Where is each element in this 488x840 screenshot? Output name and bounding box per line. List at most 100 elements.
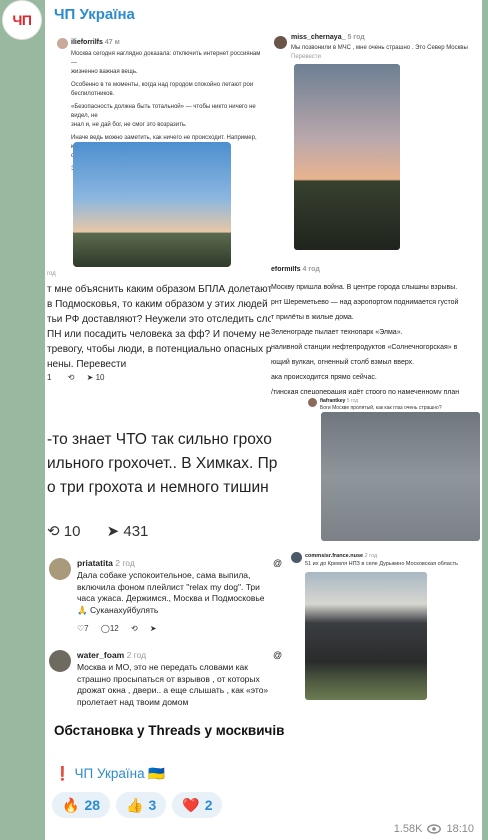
post-user: water_foam bbox=[77, 650, 125, 660]
threads-post-2: miss_chernaya_ 5 год Мы позвонили в МЧС … bbox=[270, 30, 482, 268]
reaction-fire[interactable]: 🔥 28 bbox=[52, 792, 111, 818]
post-line: т мне объяснить каким образом БПЛА долет… bbox=[47, 284, 281, 295]
threads-post-9: water_foam 2 год @ Москва и МО, это не п… bbox=[45, 642, 285, 716]
threads-post-4: eformilfs 4 год Москву пришла война. В ц… bbox=[271, 266, 482, 394]
repost-icon: ⟲ bbox=[47, 523, 60, 540]
post-line: жизненно важная вещь. bbox=[71, 69, 138, 75]
reaction-heart[interactable]: ❤️ 2 bbox=[172, 792, 223, 818]
post-user: fiafrantkey bbox=[320, 398, 346, 404]
post-line: Москву пришла война. В центре города слы… bbox=[271, 284, 458, 291]
threads-post-7: priatatita 2 год @ Дала собаке успокоите… bbox=[45, 552, 285, 640]
post-line: страшно просыпаться от взрывов , от кото… bbox=[77, 673, 260, 684]
post-line: Москва и МО, это не передать словами как bbox=[77, 662, 248, 672]
share-icon: ➤ bbox=[106, 523, 120, 540]
comment-icon: ◯ bbox=[100, 624, 110, 633]
post-line: тревогу, чтобы люди, в потенциально опас… bbox=[47, 344, 285, 355]
reactions-bar: 🔥 28 👍 3 ❤️ 2 bbox=[52, 792, 223, 818]
threads-post-1: ilieforrilfs 47 м Москва сегодня наглядн… bbox=[53, 34, 268, 272]
message-time: 18:10 bbox=[446, 823, 474, 835]
post-line: ильного грохочет.. В Химках. Пр bbox=[47, 455, 278, 472]
reaction-count: 28 bbox=[84, 797, 101, 813]
post-line: о три грохота и немного тишин bbox=[47, 479, 269, 496]
post-text: Боги Москве пролятый, как как глаз очень… bbox=[320, 405, 442, 411]
thumbs-up-icon: 👍 bbox=[126, 796, 144, 813]
post-line: /тинская спецоперация идёт строго по нам… bbox=[271, 389, 460, 394]
post-line: в Подмосковья, то каким образом у этих л… bbox=[47, 299, 285, 310]
post-user: miss_chernaya_ bbox=[291, 34, 346, 41]
post-line: беспилотников. bbox=[71, 91, 115, 97]
post-video[interactable] bbox=[294, 64, 400, 250]
post-time: 2 год bbox=[364, 553, 378, 559]
repost-count: 1 bbox=[47, 373, 52, 382]
reaction-count: 2 bbox=[204, 797, 213, 813]
like-count: 7 bbox=[84, 624, 89, 633]
post-line: т прилёты в жилые дома. bbox=[271, 314, 354, 321]
post-line: наливной станции нефтепродуктов «Солнечн… bbox=[271, 344, 458, 351]
reaction-count: 3 bbox=[148, 797, 157, 813]
translate-link[interactable]: Перевести bbox=[291, 53, 481, 62]
post-line: часа ужаса. Держимся., Москва и Подмоско… bbox=[77, 593, 265, 603]
post-line: включила фоном плейлист "relax my dog". … bbox=[77, 581, 260, 592]
threads-post-3: год т мне объяснить каким образом БПЛА д… bbox=[45, 270, 285, 400]
message-bubble: ЧП Україна ilieforrilfs 47 м Москва сего… bbox=[45, 0, 482, 840]
post-line: рнт Шереметьево — над аэропортом поднима… bbox=[271, 299, 459, 306]
post-line: ПН или посадить человека за фф? И почему… bbox=[47, 329, 285, 340]
avatar bbox=[49, 558, 71, 580]
avatar bbox=[57, 38, 68, 49]
share-icon: ➤ bbox=[149, 624, 157, 633]
post-time: 2 год bbox=[126, 650, 147, 660]
threads-post-6: -то знает ЧТО так сильно грохо ильного г… bbox=[45, 398, 307, 548]
repost-count: 10 bbox=[63, 523, 81, 540]
post-user: commsisr.france.nuse bbox=[305, 553, 364, 559]
post-image-collage[interactable]: ilieforrilfs 47 м Москва сегодня наглядн… bbox=[45, 26, 482, 716]
post-line: -то знает ЧТО так сильно грохо bbox=[47, 431, 272, 448]
post-line: знал и, не дай бог, не смог это возразит… bbox=[71, 122, 187, 128]
post-text: 51 их до Кремля НПЗ в селе Дурыкино Моск… bbox=[305, 561, 458, 567]
post-line: дрожат окна , двери.. а еще слышать , ка… bbox=[77, 685, 269, 695]
repost-icon: ⟲ bbox=[67, 373, 75, 382]
post-user: ilieforrilfs bbox=[71, 39, 103, 46]
message-caption: Обстановка у Threads у москвичів bbox=[54, 723, 285, 738]
post-user: priatatita bbox=[77, 558, 113, 568]
threads-icon: @ bbox=[273, 650, 283, 660]
avatar bbox=[291, 552, 302, 563]
post-line: ющий вулкан, огненный столб взмыл вверх. bbox=[271, 359, 415, 366]
threads-icon: @ bbox=[273, 558, 283, 568]
post-line: нены. Перевести bbox=[47, 359, 127, 370]
post-time: 5 год bbox=[347, 34, 365, 41]
post-line: Зеленограде пылает технопарк «Элма». bbox=[271, 329, 403, 336]
avatar bbox=[308, 398, 317, 407]
post-line: «Безопасность должна быть тотальной» — ч… bbox=[71, 104, 256, 119]
heart-icon: ❤️ bbox=[182, 796, 200, 813]
view-count: 1.58K bbox=[393, 823, 423, 835]
avatar bbox=[49, 650, 71, 672]
avatar bbox=[274, 36, 287, 49]
repost-icon: ⟲ bbox=[130, 624, 138, 633]
post-time: 2 год bbox=[115, 558, 135, 568]
post-text: Мы позвонили в МЧС , мне очень страшно .… bbox=[291, 45, 468, 51]
channel-avatar-text: ЧП bbox=[12, 12, 32, 28]
post-line: Дала собаке успокоительное, сама выпила, bbox=[77, 570, 251, 580]
channel-avatar[interactable]: ЧП bbox=[2, 0, 42, 40]
post-line: ака происходится прямо сейчас. bbox=[271, 374, 377, 381]
post-line: пролетает над твоим домом bbox=[77, 696, 189, 707]
post-photo[interactable] bbox=[305, 572, 427, 700]
post-photo[interactable] bbox=[321, 412, 480, 541]
eye-icon bbox=[427, 824, 442, 834]
channel-name[interactable]: ЧП Україна bbox=[54, 6, 135, 23]
fire-icon: 🔥 bbox=[62, 796, 80, 813]
threads-post-8: commsisr.france.nuse 2 год 51 их до Крем… bbox=[287, 550, 482, 716]
channel-signature[interactable]: ❗️ ЧП Україна 🇺🇦 bbox=[54, 766, 165, 782]
post-time: 5 год bbox=[346, 398, 359, 404]
post-line: тьи РФ доставляют? Неужели это отследить… bbox=[47, 314, 285, 325]
post-line: Москва сегодня наглядно доказала: отключ… bbox=[71, 51, 261, 66]
post-time: 4 год bbox=[302, 266, 320, 273]
threads-post-5: fiafrantkey 5 год Боги Москве пролятый, … bbox=[307, 394, 482, 549]
post-user: eformilfs bbox=[271, 266, 301, 273]
post-time: год bbox=[47, 271, 56, 277]
post-line: Особенно в те моменты, когда над городом… bbox=[71, 82, 254, 88]
share-count: 431 bbox=[123, 523, 149, 540]
reaction-thumbs-up[interactable]: 👍 3 bbox=[116, 792, 167, 818]
post-time: 47 м bbox=[104, 39, 120, 46]
comment-count: 12 bbox=[109, 624, 119, 633]
